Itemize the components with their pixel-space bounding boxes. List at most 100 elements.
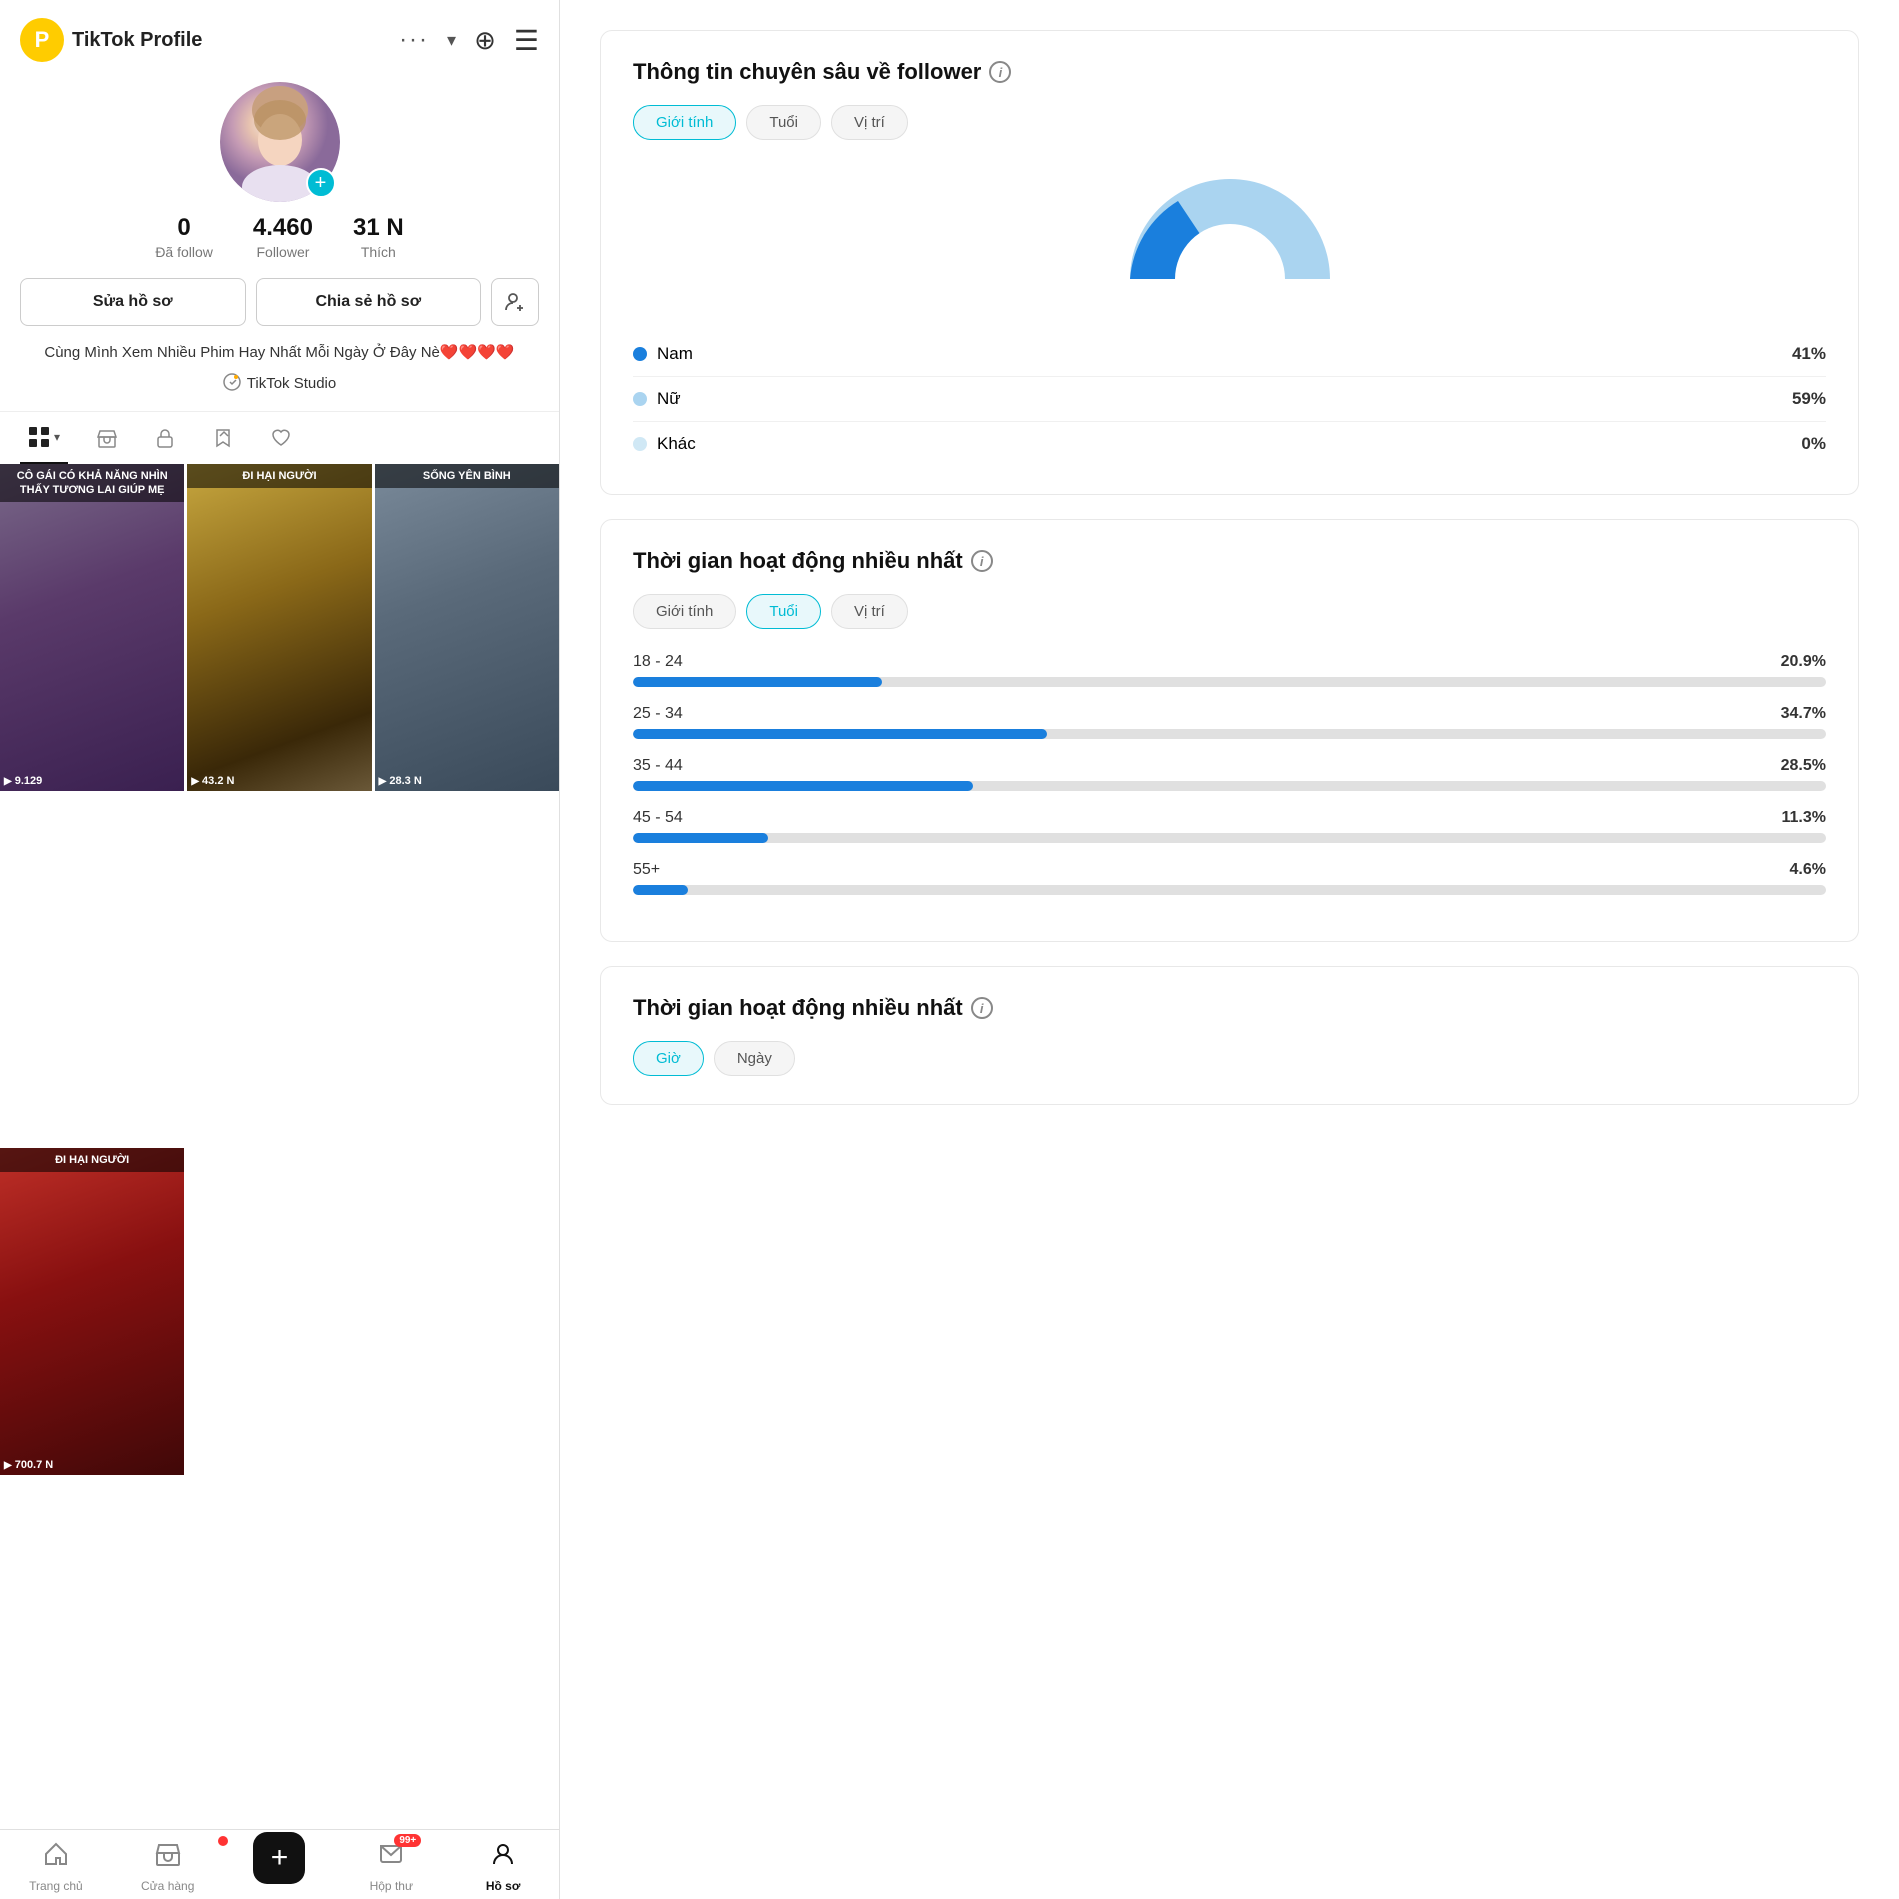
nav-home[interactable]: Trang chủ xyxy=(0,1840,112,1893)
create-button[interactable]: + xyxy=(253,1832,305,1884)
right-panel: Thông tin chuyên sâu về follower i Giới … xyxy=(560,0,1899,1899)
bar-fill-35-44 xyxy=(633,781,973,791)
bio-text: Cùng Mình Xem Nhiều Phim Hay Nhất Mỗi Ng… xyxy=(44,342,514,365)
shop-icon xyxy=(96,427,118,449)
connect-icon[interactable]: ⊕ xyxy=(474,25,496,56)
bar-fill-25-34 xyxy=(633,729,1047,739)
inbox-badge: 99+ xyxy=(394,1834,421,1847)
bar-track-25-34 xyxy=(633,729,1826,739)
tiktok-studio[interactable]: TikTok Studio xyxy=(223,373,336,395)
hamburger-menu-icon[interactable]: ☰ xyxy=(514,24,539,57)
likes-label: Thích xyxy=(353,244,404,260)
age-header-55plus: 55+ 4.6% xyxy=(633,861,1826,879)
likes-stat: 31 N Thích xyxy=(353,214,404,260)
active-time-info-icon-2[interactable]: i xyxy=(971,997,993,1019)
play-icon-1: ▶ xyxy=(4,776,12,787)
video-banner-1: CÔ GÁI CÓ KHẢ NĂNG NHÌN THẤY TƯƠNG LAI G… xyxy=(0,464,184,503)
video-count-4: 700.7 N xyxy=(15,1459,54,1471)
age-header-25-34: 25 - 34 34.7% xyxy=(633,705,1826,723)
nav-shop[interactable]: Cửa hàng xyxy=(112,1840,224,1893)
grid-tab-dropdown[interactable]: ▾ xyxy=(54,430,60,444)
bar-track-55plus xyxy=(633,885,1826,895)
lock-icon xyxy=(154,427,176,449)
filter-tab-gender-2[interactable]: Giới tính xyxy=(633,594,736,629)
chevron-down-icon[interactable]: ▾ xyxy=(447,30,456,51)
profile-nav-icon xyxy=(489,1840,517,1875)
nav-shop-label: Cửa hàng xyxy=(141,1879,194,1893)
nav-inbox[interactable]: 99+ Hộp thư xyxy=(335,1840,447,1893)
content-tabs: ▾ xyxy=(0,411,559,464)
edit-profile-button[interactable]: Sửa hồ sơ xyxy=(20,278,246,326)
age-range-55plus: 55+ xyxy=(633,861,660,879)
gender-row-nu: Nữ 59% xyxy=(633,377,1826,422)
gender-row-nam: Nam 41% xyxy=(633,332,1826,377)
follow-label: Đã follow xyxy=(155,244,213,260)
filter-tab-age-1[interactable]: Tuổi xyxy=(746,105,821,140)
tab-shop[interactable] xyxy=(88,413,126,463)
nav-username: TikTok Profile xyxy=(72,29,202,52)
video-thumb-3[interactable]: SỐNG YÊN BÌNH ▶ 28.3 N xyxy=(375,464,559,792)
video-thumb-1[interactable]: CÔ GÁI CÓ KHẢ NĂNG NHÌN THẤY TƯƠNG LAI G… xyxy=(0,464,184,792)
tab-bookmark[interactable] xyxy=(204,413,242,463)
gender-label-nam: Nam xyxy=(633,344,693,364)
grid-icon xyxy=(28,426,50,448)
left-panel: P TikTok Profile ··· ▾ ⊕ ☰ xyxy=(0,0,560,1899)
gender-label-khac: Khác xyxy=(633,434,696,454)
nam-pct: 41% xyxy=(1792,344,1826,364)
follow-stat: 0 Đã follow xyxy=(155,214,213,260)
age-pct-18-24: 20.9% xyxy=(1781,653,1826,671)
tab-lock[interactable] xyxy=(146,413,184,463)
nav-inbox-label: Hộp thư xyxy=(370,1879,413,1893)
filter-tab-age-2[interactable]: Tuổi xyxy=(746,594,821,629)
active-time-section-2: Thời gian hoạt động nhiều nhất i Giờ Ngà… xyxy=(600,966,1859,1105)
active-time-info-icon[interactable]: i xyxy=(971,550,993,572)
dots-menu-icon[interactable]: ··· xyxy=(399,26,429,54)
bookmark-icon xyxy=(212,427,234,449)
age-pct-35-44: 28.5% xyxy=(1781,757,1826,775)
follower-count: 4.460 xyxy=(253,214,313,242)
tiktok-studio-icon xyxy=(223,373,241,395)
tab-grid[interactable]: ▾ xyxy=(20,412,68,464)
active-time-title: Thời gian hoạt động nhiều nhất i xyxy=(633,548,1826,574)
filter-tab-gender-1[interactable]: Giới tính xyxy=(633,105,736,140)
tab-heart[interactable] xyxy=(262,413,300,463)
active-time-title-2: Thời gian hoạt động nhiều nhất i xyxy=(633,995,1826,1021)
add-friend-button[interactable] xyxy=(491,278,539,326)
gender-label-nu: Nữ xyxy=(633,389,681,409)
video-thumb-2[interactable]: ĐI HẠI NGƯỜI ▶ 43.2 N xyxy=(187,464,371,792)
video-count-2: 43.2 N xyxy=(202,775,234,787)
video-banner-2: ĐI HẠI NGƯỜI xyxy=(187,464,371,488)
video-stats-3: ▶ 28.3 N xyxy=(379,775,422,787)
age-header-35-44: 35 - 44 28.5% xyxy=(633,757,1826,775)
inbox-icon xyxy=(377,1844,405,1874)
khac-pct: 0% xyxy=(1801,434,1826,454)
age-range-45-54: 45 - 54 xyxy=(633,809,683,827)
nav-create[interactable]: + xyxy=(224,1840,336,1893)
filter-tab-hour[interactable]: Giờ xyxy=(633,1041,704,1076)
nam-dot xyxy=(633,347,647,361)
bar-track-18-24 xyxy=(633,677,1826,687)
follower-title-text: Thông tin chuyên sâu về follower xyxy=(633,59,981,85)
video-thumb-4[interactable]: ĐI HẠI NGƯỜI ▶ 700.7 N xyxy=(0,1148,184,1476)
khac-text: Khác xyxy=(657,434,696,454)
nav-home-label: Trang chủ xyxy=(29,1879,83,1893)
filter-tab-location-2[interactable]: Vị trí xyxy=(831,594,908,629)
active-time-title-text-2: Thời gian hoạt động nhiều nhất xyxy=(633,995,963,1021)
add-avatar-button[interactable]: + xyxy=(306,168,336,198)
age-pct-55plus: 4.6% xyxy=(1790,861,1826,879)
add-friend-icon xyxy=(504,291,526,313)
follower-info-icon[interactable]: i xyxy=(989,61,1011,83)
bar-track-35-44 xyxy=(633,781,1826,791)
filter-tab-location-1[interactable]: Vị trí xyxy=(831,105,908,140)
nav-profile[interactable]: Hồ sơ xyxy=(447,1840,559,1893)
video-stats-1: ▶ 9.129 xyxy=(4,775,42,787)
filter-tab-day[interactable]: Ngày xyxy=(714,1041,795,1076)
likes-count: 31 N xyxy=(353,214,404,242)
share-profile-button[interactable]: Chia sẻ hồ sơ xyxy=(256,278,482,326)
age-row-45-54: 45 - 54 11.3% xyxy=(633,809,1826,843)
nav-left: P TikTok Profile xyxy=(20,18,202,62)
follower-stat: 4.460 Follower xyxy=(253,214,313,260)
age-header-45-54: 45 - 54 11.3% xyxy=(633,809,1826,827)
p-badge: P xyxy=(20,18,64,62)
heart-icon xyxy=(270,427,292,449)
